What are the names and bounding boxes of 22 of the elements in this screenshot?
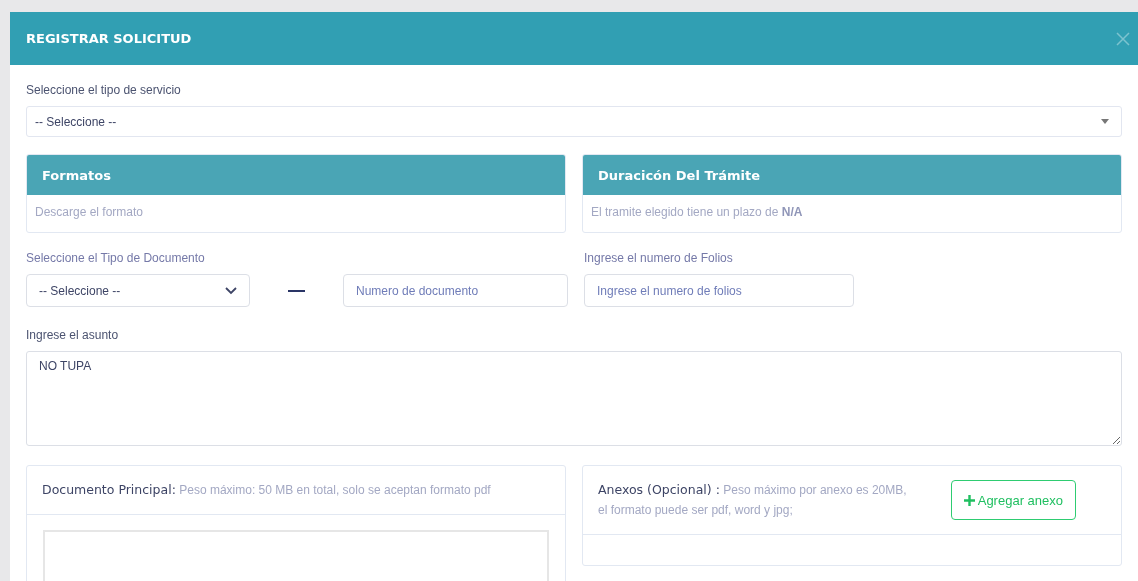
document-type-select[interactable]: -- Seleccione -- <box>26 274 250 307</box>
panel-heading: Documento Principal: Peso máximo: 50 MB en total, solo se aceptan formato pdf <box>42 481 491 499</box>
card-text: El tramite elegido tiene un plazo de N/A <box>590 204 804 221</box>
chevron-down-icon <box>225 286 237 295</box>
field-label: Seleccione el tipo de servicio <box>26 83 182 97</box>
service-select[interactable]: -- Seleccione -- <box>26 106 1122 137</box>
document-number-input[interactable]: Numero de documento <box>343 274 568 307</box>
close-icon[interactable] <box>1116 31 1130 46</box>
card-title: Formatos <box>27 155 565 195</box>
dash-icon <box>288 289 305 292</box>
card-text: Descarge el formato <box>34 204 145 221</box>
panel-heading: Anexos (Opcional) : Peso máximo por anexo es 20MB, el formato puede ser pdf, word y jpg; <box>598 481 908 519</box>
folios-input[interactable]: Ingrese el numero de folios <box>584 274 854 307</box>
card-title: Duracicón Del Trámite <box>583 155 1121 195</box>
field-label: Seleccione el Tipo de Documento <box>26 251 206 265</box>
upload-area[interactable] <box>43 530 549 581</box>
subject-textarea[interactable]: NO TUPA <box>26 351 1122 446</box>
modal-title: REGISTRAR SOLICITUD <box>26 31 192 46</box>
field-label: Ingrese el numero de Folios <box>584 251 734 265</box>
caret-icon <box>1101 119 1109 124</box>
plus-icon <box>963 494 975 506</box>
field-label: Ingrese el asunto <box>26 328 120 342</box>
